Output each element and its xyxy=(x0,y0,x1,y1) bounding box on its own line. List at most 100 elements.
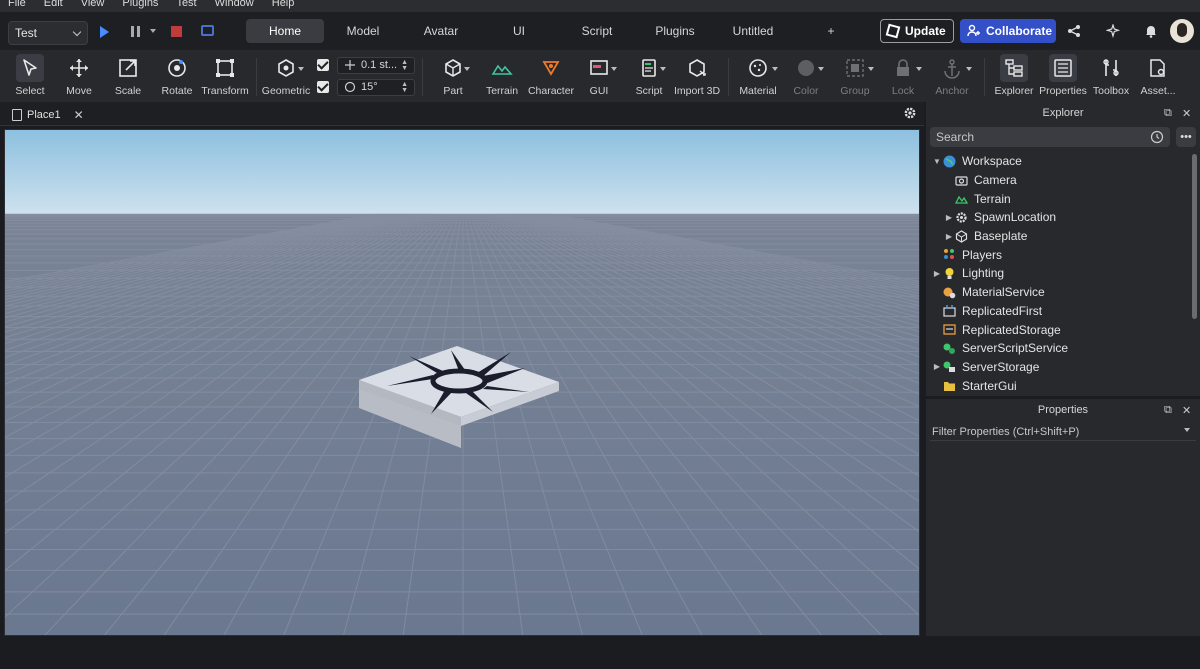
menu-file[interactable]: File xyxy=(8,0,26,9)
tab-script[interactable]: Script xyxy=(558,19,636,43)
chevron-down-icon[interactable] xyxy=(150,29,156,33)
lock-tool[interactable]: Lock xyxy=(886,50,920,102)
collapsed-arrow-icon[interactable]: ▶ xyxy=(932,269,942,278)
tree-item-serverstorage[interactable]: ▶ ServerStorage xyxy=(926,358,1192,377)
share-icon[interactable] xyxy=(1067,24,1081,38)
move-snap-checkbox[interactable] xyxy=(317,59,329,71)
close-icon[interactable]: ✕ xyxy=(1182,107,1191,120)
stepper-arrows-icon[interactable]: ▲ ▼ xyxy=(401,81,408,94)
chevron-down-icon[interactable] xyxy=(298,67,304,71)
group-tool[interactable]: Group xyxy=(836,50,874,102)
explorer-tool[interactable]: Explorer xyxy=(994,50,1034,102)
assistant-sparkle-icon[interactable] xyxy=(1106,24,1120,38)
collaborate-button[interactable]: Collaborate xyxy=(960,19,1056,43)
collapsed-arrow-icon[interactable]: ▶ xyxy=(932,362,942,371)
tab-model[interactable]: Model xyxy=(324,19,402,43)
rotate-tool[interactable]: Rotate xyxy=(158,50,196,102)
anchor-tool[interactable]: Anchor xyxy=(932,50,972,102)
asset-manager-tool[interactable]: Asset... xyxy=(1138,50,1178,102)
scale-tool[interactable]: Scale xyxy=(110,50,146,102)
menu-plugins[interactable]: Plugins xyxy=(122,0,158,9)
transform-tool[interactable]: Transform xyxy=(201,50,249,102)
part-tool[interactable]: Part xyxy=(434,50,472,102)
move-snap-input[interactable]: 0.1 st... ▲ ▼ xyxy=(337,56,415,74)
terrain-tool[interactable]: Terrain xyxy=(484,50,520,102)
scale-icon xyxy=(119,59,137,77)
tree-item-lighting[interactable]: ▶ Lighting xyxy=(926,264,1192,283)
stop-icon[interactable] xyxy=(171,26,182,37)
chevron-down-icon[interactable] xyxy=(966,67,972,71)
chevron-down-icon[interactable] xyxy=(818,67,824,71)
collapsed-arrow-icon[interactable]: ▶ xyxy=(944,213,954,222)
history-icon[interactable] xyxy=(1150,130,1164,144)
tree-item-spawnlocation[interactable]: ▶ SpawnLocation xyxy=(926,208,1192,227)
rotate-snap-checkbox[interactable] xyxy=(317,81,329,93)
undock-icon[interactable]: ⧉ xyxy=(1164,107,1172,120)
tree-item-materialservice[interactable]: MaterialService xyxy=(926,283,1192,302)
explorer-scrollbar[interactable] xyxy=(1192,154,1197,319)
tab-avatar[interactable]: Avatar xyxy=(402,19,480,43)
update-button[interactable]: Update xyxy=(880,19,954,43)
test-mode-select[interactable]: Test xyxy=(8,21,88,45)
document-tab-place1[interactable]: Place1 ✕ xyxy=(4,104,90,126)
script-tool[interactable]: Script xyxy=(632,50,666,102)
tab-home[interactable]: Home xyxy=(246,19,324,43)
tree-item-camera[interactable]: Camera xyxy=(926,171,1192,190)
character-tool[interactable]: Character xyxy=(526,50,576,102)
menu-view[interactable]: View xyxy=(81,0,105,9)
menu-window[interactable]: Window xyxy=(215,0,254,9)
device-emulator-icon[interactable] xyxy=(201,25,214,36)
select-tool[interactable]: Select xyxy=(12,50,48,102)
expanded-arrow-icon[interactable]: ▼ xyxy=(932,157,942,166)
properties-filter-input[interactable]: Filter Properties (Ctrl+Shift+P) xyxy=(930,423,1196,441)
tree-item-replicatedfirst[interactable]: ReplicatedFirst xyxy=(926,302,1192,321)
tree-item-workspace[interactable]: ▼ Workspace xyxy=(926,152,1192,171)
3d-viewport[interactable] xyxy=(4,129,920,636)
add-tab-button[interactable]: + xyxy=(792,19,870,43)
tab-ui[interactable]: UI xyxy=(480,19,558,43)
chevron-down-icon[interactable] xyxy=(772,67,778,71)
tree-item-baseplate[interactable]: ▶ Baseplate xyxy=(926,227,1192,246)
move-tool[interactable]: Move xyxy=(60,50,98,102)
close-icon[interactable]: ✕ xyxy=(1182,404,1191,417)
tree-item-replicatedstorage[interactable]: ReplicatedStorage xyxy=(926,320,1192,339)
geometric-tool[interactable]: Geometric xyxy=(262,50,310,102)
avatar[interactable] xyxy=(1170,19,1194,43)
menu-help[interactable]: Help xyxy=(272,0,295,9)
chevron-down-icon[interactable] xyxy=(868,67,874,71)
tree-item-startergui[interactable]: StarterGui xyxy=(926,376,1192,395)
close-icon[interactable]: ✕ xyxy=(74,108,84,122)
material-tool[interactable]: Material xyxy=(738,50,778,102)
rotate-snap-input[interactable]: 15° ▲ ▼ xyxy=(337,78,415,96)
tree-item-players[interactable]: Players xyxy=(926,245,1192,264)
tree-item-terrain[interactable]: Terrain xyxy=(926,189,1192,208)
toolbox-tool[interactable]: Toolbox xyxy=(1092,50,1130,102)
play-icon[interactable] xyxy=(100,26,109,38)
terrain-icon xyxy=(954,192,968,206)
import-3d-tool[interactable]: Import 3D xyxy=(674,50,720,102)
undock-icon[interactable]: ⧉ xyxy=(1164,404,1172,417)
chevron-down-icon[interactable] xyxy=(660,67,666,71)
chevron-down-icon[interactable] xyxy=(464,67,470,71)
notification-bell-icon[interactable] xyxy=(1144,24,1158,38)
tree-item-label: Camera xyxy=(974,173,1017,188)
gear-icon[interactable] xyxy=(903,106,917,120)
menu-edit[interactable]: Edit xyxy=(44,0,63,9)
ribbon-divider xyxy=(984,58,985,96)
chevron-down-icon[interactable] xyxy=(916,67,922,71)
tree-item-label: Baseplate xyxy=(974,229,1028,244)
color-tool[interactable]: Color xyxy=(788,50,824,102)
more-options-button[interactable]: ••• xyxy=(1176,127,1196,147)
explorer-search-input[interactable]: Search xyxy=(930,127,1170,147)
tab-plugins[interactable]: Plugins xyxy=(636,19,714,43)
tab-untitled[interactable]: Untitled xyxy=(714,19,792,43)
tree-item-serverscriptservice[interactable]: ServerScriptService xyxy=(926,339,1192,358)
collapsed-arrow-icon[interactable]: ▶ xyxy=(944,232,954,241)
menu-test[interactable]: Test xyxy=(176,0,196,9)
stepper-arrows-icon[interactable]: ▲ ▼ xyxy=(401,59,408,72)
chevron-down-icon[interactable] xyxy=(611,67,617,71)
properties-tool[interactable]: Properties xyxy=(1039,50,1087,102)
chevron-down-icon[interactable] xyxy=(1184,428,1190,432)
gui-tool[interactable]: GUI xyxy=(582,50,616,102)
pause-icon[interactable] xyxy=(131,26,140,37)
